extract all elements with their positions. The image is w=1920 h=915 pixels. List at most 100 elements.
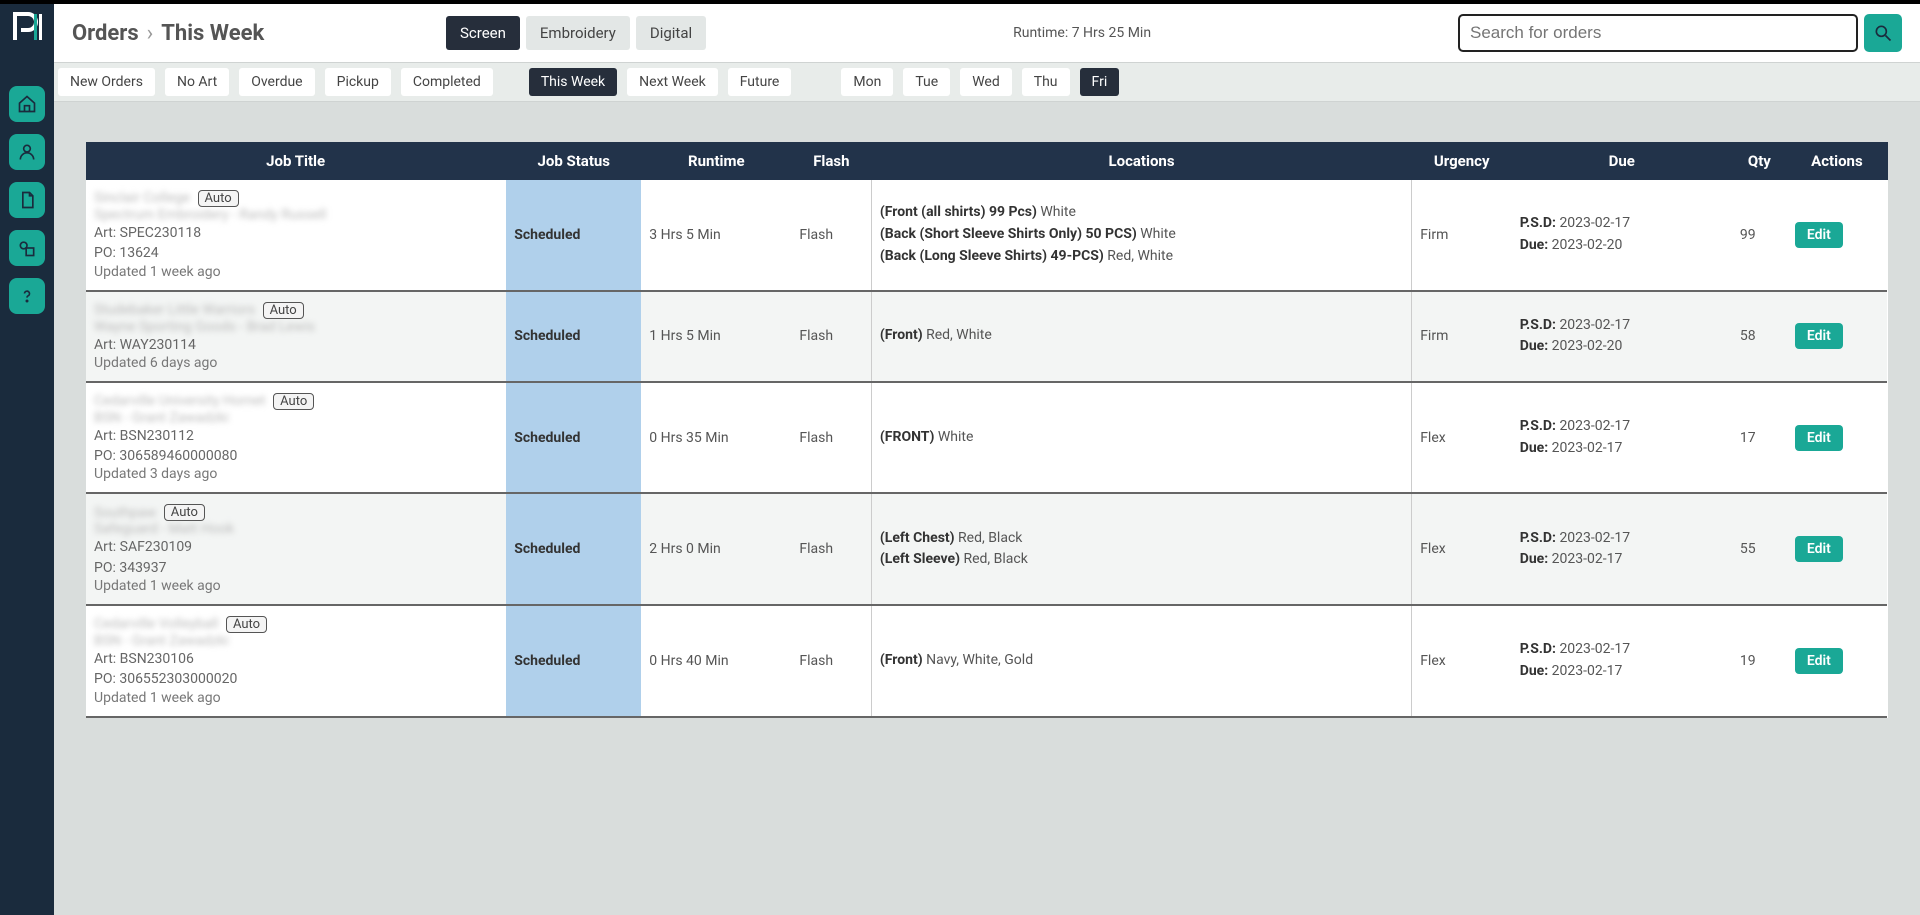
week-filter[interactable]: Future [728, 68, 792, 96]
user-icon[interactable] [9, 134, 45, 170]
table-row: Southpaw AutoSafeguard - Matt HookArt: S… [86, 493, 1887, 605]
edit-button[interactable]: Edit [1795, 648, 1843, 674]
job-meta-line: Art: SAF230109 [94, 537, 498, 557]
search-input[interactable] [1458, 14, 1858, 52]
breadcrumb-current: This Week [161, 21, 264, 46]
runtime-cell: 0 Hrs 35 Min [641, 382, 791, 494]
column-header: Job Status [506, 142, 641, 180]
job-status-cell: Scheduled [506, 605, 641, 717]
column-header: Due [1512, 142, 1732, 180]
day-filter[interactable]: Tue [903, 68, 950, 96]
flash-cell: Flash [791, 382, 871, 494]
edit-button[interactable]: Edit [1795, 425, 1843, 451]
table-row: Cedarville Volleyball AutoBSN - Grant Za… [86, 605, 1887, 717]
qty-cell: 19 [1732, 605, 1787, 717]
status-filter[interactable]: No Art [165, 68, 229, 96]
search-button[interactable] [1864, 14, 1902, 52]
type-tab-screen[interactable]: Screen [446, 16, 520, 50]
job-title-text: Studebaker Little Warriors [94, 302, 255, 318]
help-icon[interactable] [9, 278, 45, 314]
auto-badge: Auto [198, 190, 239, 207]
type-tab-embroidery[interactable]: Embroidery [526, 16, 630, 50]
document-icon[interactable] [9, 182, 45, 218]
urgency-cell: Firm [1412, 291, 1512, 382]
status-filter[interactable]: Completed [401, 68, 493, 96]
actions-cell: Edit [1787, 605, 1887, 717]
orders-table: Job TitleJob StatusRuntimeFlashLocations… [86, 142, 1888, 718]
day-filter[interactable]: Thu [1022, 68, 1070, 96]
table-row: Cedarville University Hornet AutoBSN - G… [86, 382, 1887, 494]
day-filter[interactable]: Fri [1080, 68, 1120, 96]
breadcrumb-root[interactable]: Orders [72, 21, 139, 46]
column-header: Qty [1732, 142, 1787, 180]
job-subtitle-text: BSN - Grant Zawadzki [94, 633, 494, 649]
job-status-cell: Scheduled [506, 382, 641, 494]
type-tabs: ScreenEmbroideryDigital [446, 16, 706, 50]
flash-cell: Flash [791, 180, 871, 291]
column-header: Locations [871, 142, 1411, 180]
locations-cell: (Front) Navy, White, Gold [871, 605, 1411, 717]
edit-button[interactable]: Edit [1795, 323, 1843, 349]
header: Orders › This Week ScreenEmbroideryDigit… [54, 4, 1920, 62]
table-row: Studebaker Little Warriors AutoWayne Spo… [86, 291, 1887, 382]
day-filter[interactable]: Mon [841, 68, 893, 96]
due-cell: P.S.D: 2023-02-17Due: 2023-02-20 [1512, 291, 1732, 382]
auto-badge: Auto [226, 616, 267, 633]
status-filter[interactable]: New Orders [58, 68, 155, 96]
table-row: Sinclair College AutoSpectrum Embroidery… [86, 180, 1887, 291]
job-updated-line: Updated 6 days ago [94, 355, 498, 371]
shape-icon[interactable] [9, 230, 45, 266]
edit-button[interactable]: Edit [1795, 536, 1843, 562]
edit-button[interactable]: Edit [1795, 222, 1843, 248]
week-filter[interactable]: This Week [529, 68, 617, 96]
job-meta-line: PO: 343937 [94, 558, 498, 578]
actions-cell: Edit [1787, 291, 1887, 382]
job-updated-line: Updated 1 week ago [94, 578, 498, 594]
locations-cell: (FRONT) White [871, 382, 1411, 494]
flash-cell: Flash [791, 605, 871, 717]
job-updated-line: Updated 1 week ago [94, 690, 498, 706]
job-meta-line: PO: 306589460000080 [94, 446, 498, 466]
main: Orders › This Week ScreenEmbroideryDigit… [54, 4, 1920, 915]
job-subtitle-text: BSN - Grant Zawadzki [94, 410, 494, 426]
job-meta-line: PO: 306552303000020 [94, 669, 498, 689]
flash-cell: Flash [791, 493, 871, 605]
status-filter[interactable]: Overdue [239, 68, 314, 96]
type-tab-digital[interactable]: Digital [636, 16, 706, 50]
sidebar [0, 4, 54, 915]
status-filters: New Orders No Art Overdue Pickup Completed [58, 68, 493, 96]
column-header: Job Title [86, 142, 506, 180]
job-status-cell: Scheduled [506, 493, 641, 605]
flash-cell: Flash [791, 291, 871, 382]
column-header: Actions [1787, 142, 1887, 180]
week-filters: This Week Next Week Future [529, 68, 792, 96]
qty-cell: 58 [1732, 291, 1787, 382]
runtime-label: Runtime: 7 Hrs 25 Min [720, 25, 1444, 41]
table-body: Sinclair College AutoSpectrum Embroidery… [86, 180, 1887, 717]
week-filter[interactable]: Next Week [627, 68, 718, 96]
job-updated-line: Updated 1 week ago [94, 264, 498, 280]
job-subtitle-text: Spectrum Embroidery - Randy Russell [94, 207, 494, 223]
runtime-cell: 1 Hrs 5 Min [641, 291, 791, 382]
status-filter[interactable]: Pickup [325, 68, 391, 96]
actions-cell: Edit [1787, 382, 1887, 494]
job-meta-line: Art: BSN230106 [94, 649, 498, 669]
job-meta-line: PO: 13624 [94, 243, 498, 263]
runtime-cell: 0 Hrs 40 Min [641, 605, 791, 717]
job-title-text: Cedarville Volleyball [94, 616, 218, 632]
job-subtitle-text: Wayne Sporting Goods - Brad Lewis [94, 319, 494, 335]
content: Job TitleJob StatusRuntimeFlashLocations… [54, 102, 1920, 915]
day-filter[interactable]: Wed [960, 68, 1012, 96]
job-updated-line: Updated 3 days ago [94, 466, 498, 482]
urgency-cell: Flex [1412, 493, 1512, 605]
runtime-cell: 3 Hrs 5 Min [641, 180, 791, 291]
runtime-cell: 2 Hrs 0 Min [641, 493, 791, 605]
locations-cell: (Front (all shirts) 99 Pcs) White(Back (… [871, 180, 1411, 291]
home-icon[interactable] [9, 86, 45, 122]
urgency-cell: Firm [1412, 180, 1512, 291]
column-header: Flash [791, 142, 871, 180]
job-meta-line: Art: SPEC230118 [94, 223, 498, 243]
logo [12, 10, 42, 46]
due-cell: P.S.D: 2023-02-17Due: 2023-02-20 [1512, 180, 1732, 291]
filters: New Orders No Art Overdue Pickup Completed T… [54, 62, 1920, 102]
